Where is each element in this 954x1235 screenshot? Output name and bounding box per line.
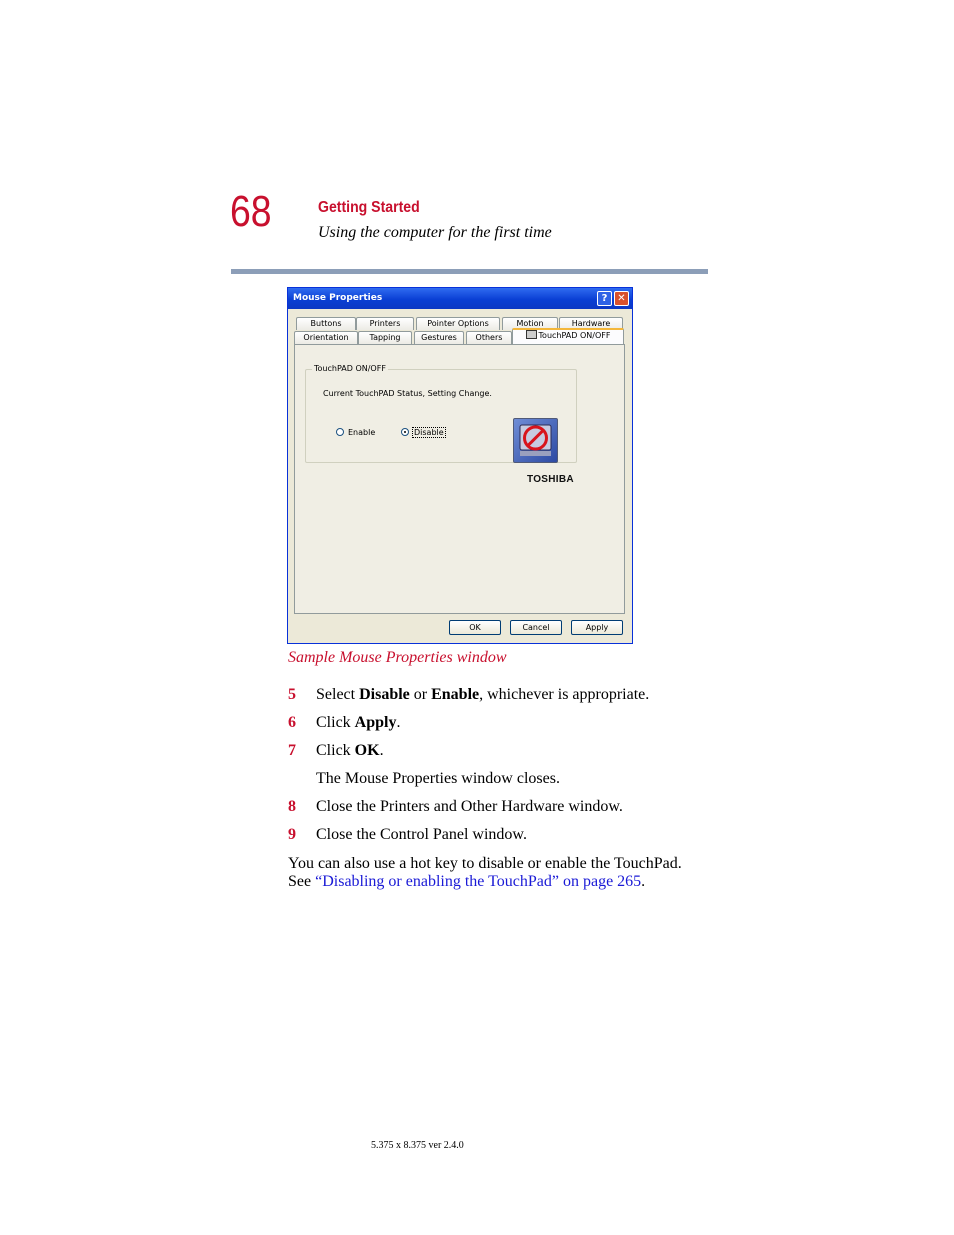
disable-label[interactable]: Disable xyxy=(412,427,446,438)
hotkey-paragraph: You can also use a hot key to disable or… xyxy=(288,855,718,891)
header-rule xyxy=(231,269,708,274)
step-text: Close the Printers and Other Hardware wi… xyxy=(316,798,623,815)
tab-label: TouchPAD ON/OFF xyxy=(538,331,611,340)
step-text: Click OK. xyxy=(316,742,384,760)
help-button[interactable]: ? xyxy=(597,291,612,306)
step-number: 6 xyxy=(288,714,296,731)
paragraph-end: . xyxy=(641,873,646,890)
touchpad-panel: TouchPAD ON/OFF Current TouchPAD Status,… xyxy=(294,344,625,614)
touchpad-group-box: TouchPAD ON/OFF Current TouchPAD Status,… xyxy=(305,364,577,463)
paragraph-see: See xyxy=(288,873,316,890)
chapter-title: Getting Started xyxy=(318,199,420,216)
section-title: Using the computer for the first time xyxy=(318,224,552,241)
paragraph-line: You can also use a hot key to disable or… xyxy=(288,855,682,872)
cancel-button[interactable]: Cancel xyxy=(510,620,562,635)
step-text: Click Apply. xyxy=(316,714,400,732)
step-number: 9 xyxy=(288,826,296,843)
step-text: Close the Control Panel window. xyxy=(316,826,527,843)
step-number: 7 xyxy=(288,742,296,759)
tab-tapping[interactable]: Tapping xyxy=(358,331,412,344)
close-button[interactable]: ✕ xyxy=(614,291,629,306)
tab-gestures[interactable]: Gestures xyxy=(414,331,464,344)
mouse-properties-dialog: Mouse Properties ? ✕ Buttons Printers Po… xyxy=(287,287,633,644)
tab-orientation[interactable]: Orientation xyxy=(294,331,358,344)
touchpad-tab-icon xyxy=(525,330,537,339)
tab-printers[interactable]: Printers xyxy=(356,317,414,330)
tab-others[interactable]: Others xyxy=(466,331,512,344)
apply-button[interactable]: Apply xyxy=(571,620,623,635)
cross-reference-link[interactable]: “Disabling or enabling the TouchPad” on … xyxy=(315,873,641,890)
ui-term: Enable xyxy=(431,686,480,703)
step-text-part: or xyxy=(409,686,432,703)
dialog-title: Mouse Properties xyxy=(293,293,383,303)
ok-button[interactable]: OK xyxy=(449,620,501,635)
tab-pointer-options[interactable]: Pointer Options xyxy=(416,317,500,330)
step-text-part: . xyxy=(396,714,401,731)
step-text-part: Click xyxy=(316,714,355,731)
group-label: TouchPAD ON/OFF xyxy=(312,364,388,373)
step-number: 5 xyxy=(288,686,296,703)
step-note: The Mouse Properties window closes. xyxy=(316,770,560,787)
step-text-part: . xyxy=(379,742,384,759)
step-text-part: Select xyxy=(316,686,360,703)
step-number: 8 xyxy=(288,798,296,815)
tab-buttons[interactable]: Buttons xyxy=(296,317,356,330)
tab-touchpad-on-off[interactable]: TouchPAD ON/OFF xyxy=(512,328,624,344)
ui-term: OK xyxy=(354,742,380,759)
page-footer: 5.375 x 8.375 ver 2.4.0 xyxy=(371,1140,464,1151)
figure-caption: Sample Mouse Properties window xyxy=(288,649,507,666)
page-number: 68 xyxy=(230,187,272,236)
status-text: Current TouchPAD Status, Setting Change. xyxy=(323,389,492,398)
enable-label[interactable]: Enable xyxy=(348,428,375,437)
disable-radio[interactable] xyxy=(401,428,409,436)
ui-term: Disable xyxy=(359,686,410,703)
enable-radio[interactable] xyxy=(336,428,344,436)
step-text-part: , whichever is appropriate. xyxy=(479,686,650,703)
toshiba-logo: TOSHIBA xyxy=(527,474,574,485)
ui-term: Apply xyxy=(354,714,397,731)
step-text-part: Click xyxy=(316,742,355,759)
step-text: Select Disable or Enable, whichever is a… xyxy=(316,686,649,704)
title-bar: Mouse Properties ? ✕ xyxy=(288,288,632,309)
touchpad-disabled-icon xyxy=(513,418,558,463)
